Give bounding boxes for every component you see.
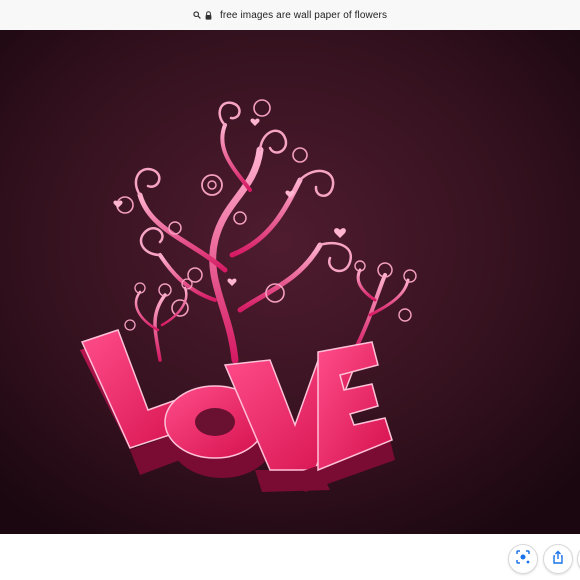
share-button[interactable] (543, 544, 573, 574)
lens-search-icon (516, 549, 530, 569)
love-artwork (0, 30, 580, 534)
address-bar[interactable]: free images are wall paper of flowers (0, 0, 580, 31)
search-icon (193, 10, 201, 20)
address-text[interactable]: free images are wall paper of flowers (220, 10, 387, 21)
wallpaper-image (0, 30, 580, 534)
bottom-toolbar (0, 534, 580, 580)
lock-icon (205, 10, 213, 20)
lens-search-button[interactable] (508, 544, 538, 574)
share-icon (551, 550, 565, 569)
